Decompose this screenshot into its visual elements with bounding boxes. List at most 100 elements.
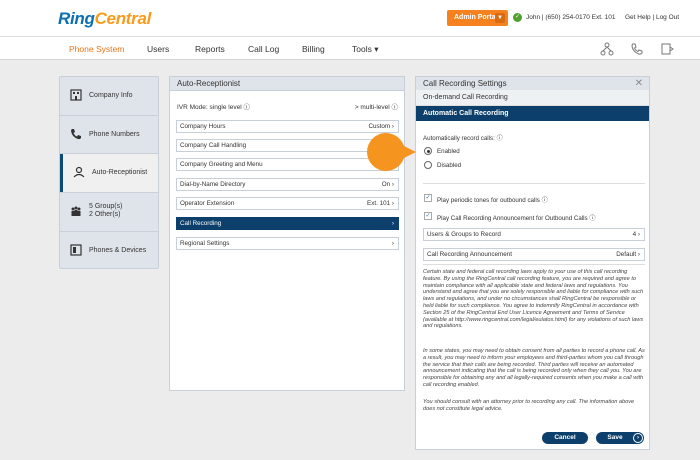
divider xyxy=(423,183,645,184)
row-value: On › xyxy=(381,181,394,188)
users-groups-row[interactable]: Users & Groups to Record 4 › xyxy=(423,228,645,241)
periodic-tones-label: Play periodic tones for outbound calls ⓘ xyxy=(437,195,548,204)
receptionist-icon xyxy=(73,166,85,178)
chevron-right-icon: › xyxy=(633,433,643,443)
row-value: Ext. 101 › xyxy=(367,200,394,207)
left-sidebar: Company Info Phone Numbers Auto-Receptio… xyxy=(59,76,159,269)
ivr-mode-label: IVR Mode: single level xyxy=(177,104,242,111)
row-label: Regional Settings xyxy=(180,240,230,247)
periodic-tones-text: Play periodic tones for outbound calls xyxy=(437,197,540,204)
sidebar-item-label: Phones & Devices xyxy=(89,247,147,254)
enabled-radio[interactable] xyxy=(424,147,432,155)
admin-portal-label: Admin Portal xyxy=(454,14,498,21)
admin-portal-button[interactable]: Admin Portal ▼ xyxy=(447,10,508,26)
legal-notice-1: Certain state and federal call recording… xyxy=(423,269,644,330)
auto-record-label-text: Automatically record calls: xyxy=(423,135,495,142)
building-icon xyxy=(70,89,82,101)
nav-icon-group xyxy=(600,42,674,56)
sidebar-item-phones-devices[interactable]: Phones & Devices xyxy=(60,232,158,270)
row-label: Company Call Handling xyxy=(180,142,247,149)
announcement-row[interactable]: Call Recording Announcement Default › xyxy=(423,248,645,261)
others-count: 2 Other(s) xyxy=(89,211,121,218)
sidebar-item-label: Phone Numbers xyxy=(89,131,140,138)
call-recording-settings-panel: Call Recording Settings ✕ On-demand Call… xyxy=(415,76,650,450)
save-button[interactable]: Save › xyxy=(596,432,644,444)
user-info: John | (650) 254-0170 Ext. 101 xyxy=(526,14,616,21)
top-bar: RingCentral Admin Portal ▼ ✓ John | (650… xyxy=(0,0,700,36)
logo-central-text: Central xyxy=(94,9,152,28)
row-label: Dial-by-Name Directory xyxy=(180,181,246,188)
row-regional-settings[interactable]: Regional Settings › xyxy=(176,237,399,250)
announcement-label: Play Call Recording Announcement for Out… xyxy=(437,213,596,222)
ivr-multi-level-link[interactable]: > multi-level ⓘ xyxy=(355,101,398,111)
row-dial-by-name[interactable]: Dial-by-Name Directory On › xyxy=(176,178,399,191)
groups-icon xyxy=(71,206,81,216)
legal-notice-2: In some states, you may need to obtain c… xyxy=(423,348,645,388)
tab-tools[interactable]: Tools ▾ xyxy=(352,44,378,55)
info-icon[interactable]: ⓘ xyxy=(497,135,503,142)
info-icon[interactable]: ⓘ xyxy=(392,104,399,111)
auto-record-label: Automatically record calls: ⓘ xyxy=(423,133,503,142)
announcement-outbound-text: Play Call Recording Announcement for Out… xyxy=(437,215,588,222)
disabled-radio[interactable] xyxy=(424,161,432,169)
groups-count: 5 Group(s) xyxy=(89,203,123,210)
row-value: › xyxy=(391,240,394,247)
cancel-button[interactable]: Cancel xyxy=(542,432,588,444)
sidebar-item-auto-receptionist[interactable]: Auto-Receptionist xyxy=(60,154,158,192)
row-value: 4 › xyxy=(632,231,640,238)
info-icon[interactable]: ⓘ xyxy=(589,215,595,222)
sidebar-item-label: 5 Group(s) 2 Other(s) xyxy=(89,203,122,219)
panel-title-text: Call Recording Settings xyxy=(423,79,507,88)
chevron-down-icon: ▼ xyxy=(495,13,505,23)
sidebar-item-phone-numbers[interactable]: Phone Numbers xyxy=(60,116,158,154)
sidebar-item-groups[interactable]: 5 Group(s) 2 Other(s) xyxy=(60,193,158,231)
panel-title: Call Recording Settings ✕ xyxy=(416,77,649,90)
ivr-mode: IVR Mode: single level ⓘ xyxy=(177,101,250,111)
info-icon[interactable]: ⓘ xyxy=(243,104,250,111)
sidebar-item-label: Auto-Receptionist xyxy=(92,169,148,176)
row-label: Call Recording xyxy=(180,220,222,227)
on-demand-section[interactable]: On-demand Call Recording xyxy=(416,90,649,106)
tab-users[interactable]: Users xyxy=(147,44,169,54)
automatic-section-header[interactable]: Automatic Call Recording xyxy=(416,106,649,121)
fax-icon[interactable] xyxy=(660,42,674,56)
ringcentral-logo[interactable]: RingCentral xyxy=(58,9,151,29)
tab-billing[interactable]: Billing xyxy=(302,44,325,54)
panel-title: Auto-Receptionist xyxy=(170,77,404,91)
periodic-tones-checkbox[interactable]: ✓ xyxy=(424,194,432,202)
divider xyxy=(423,264,645,265)
close-icon[interactable]: ✕ xyxy=(635,77,643,90)
row-value: › xyxy=(391,220,394,227)
save-label: Save xyxy=(607,434,623,441)
row-label: Users & Groups to Record xyxy=(427,231,501,238)
device-icon xyxy=(70,244,82,256)
row-call-recording[interactable]: Call Recording › xyxy=(176,217,399,230)
row-label: Company Hours xyxy=(180,123,226,130)
ivr-switch-label: > multi-level xyxy=(354,104,390,111)
disabled-label: Disabled xyxy=(437,162,462,169)
row-label: Call Recording Announcement xyxy=(427,251,513,258)
network-icon[interactable] xyxy=(600,42,614,56)
info-icon[interactable]: ⓘ xyxy=(542,197,548,204)
row-label: Company Greeting and Menu xyxy=(180,161,263,168)
sidebar-item-company-info[interactable]: Company Info xyxy=(60,77,158,115)
sidebar-item-label: Company Info xyxy=(89,92,133,99)
highlight-pointer-icon xyxy=(367,133,416,171)
phone-icon xyxy=(71,129,81,140)
announcement-checkbox[interactable]: ✓ xyxy=(424,212,432,220)
logo-ring-text: Ring xyxy=(58,9,95,28)
legal-notice-3: You should consult with an attorney prio… xyxy=(423,399,635,412)
help-logout-links[interactable]: Get Help | Log Out xyxy=(625,14,679,21)
tab-reports[interactable]: Reports xyxy=(195,44,225,54)
enabled-label: Enabled xyxy=(437,148,460,155)
status-check-icon: ✓ xyxy=(513,13,522,22)
row-label: Operator Extension xyxy=(180,200,235,207)
main-nav: Phone System Users Reports Call Log Bill… xyxy=(0,36,700,60)
tab-phone-system[interactable]: Phone System xyxy=(69,44,124,54)
row-operator-extension[interactable]: Operator Extension Ext. 101 › xyxy=(176,197,399,210)
phone-icon[interactable] xyxy=(630,42,644,56)
row-value: Default › xyxy=(616,251,640,258)
row-value: Custom › xyxy=(368,123,394,130)
auto-receptionist-panel: Auto-Receptionist IVR Mode: single level… xyxy=(169,76,405,391)
tab-call-log[interactable]: Call Log xyxy=(248,44,279,54)
